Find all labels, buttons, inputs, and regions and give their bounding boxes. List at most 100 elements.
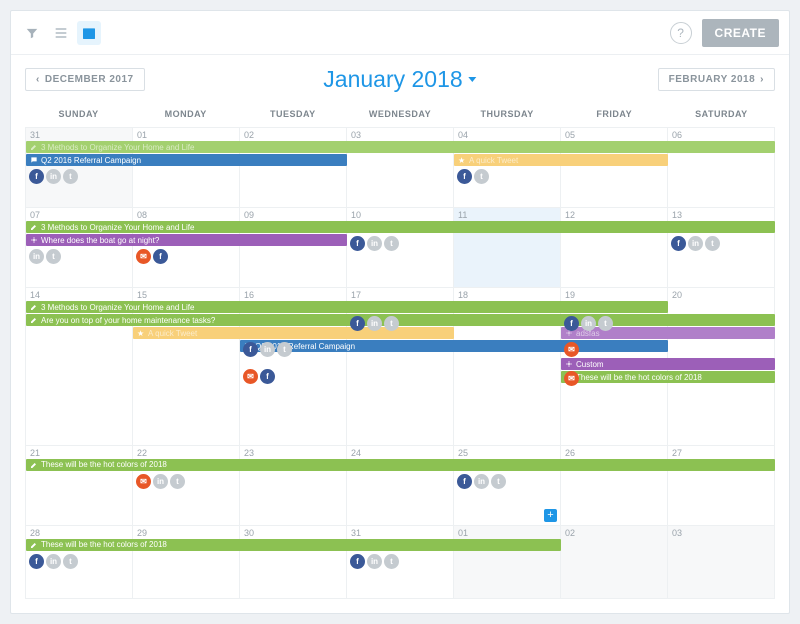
day-cell[interactable]: 02 [561,526,668,599]
next-month-button[interactable]: FEBRUARY 2018› [658,68,775,91]
day-cell[interactable]: 01 [454,526,561,599]
prev-month-button[interactable]: ‹DECEMBER 2017 [25,68,145,91]
fb-icon[interactable]: f [671,236,686,251]
day-number: 01 [458,528,468,538]
fb-icon[interactable]: f [350,236,365,251]
li-icon[interactable]: in [688,236,703,251]
fb-icon[interactable]: f [29,554,44,569]
event-bar[interactable]: These will be the hot colors of 2018 [26,459,775,471]
fb-icon[interactable]: f [457,474,472,489]
fb-icon[interactable]: f [350,554,365,569]
tw-icon[interactable]: t [598,316,613,331]
social-icons: ✉f [240,368,278,385]
li-icon[interactable]: in [260,342,275,357]
pencil-icon [30,143,38,151]
em-icon[interactable]: ✉ [136,249,151,264]
event-bar[interactable]: Custom [561,358,775,370]
em-icon[interactable]: ✉ [136,474,151,489]
fb-icon[interactable]: f [260,369,275,384]
list-view-icon[interactable] [49,21,73,45]
em-icon[interactable]: ✉ [564,342,579,357]
day-cell[interactable]: 06 [668,128,775,208]
day-cell[interactable]: 11 [454,208,561,288]
day-number: 18 [458,290,468,300]
day-number: 22 [137,448,147,458]
li-icon[interactable]: in [46,554,61,569]
li-icon[interactable]: in [46,169,61,184]
tw-icon[interactable]: t [384,554,399,569]
event-bar[interactable]: These will be the hot colors of 2018 [561,371,775,383]
create-button[interactable]: CREATE [702,19,779,47]
tw-icon[interactable]: t [46,249,61,264]
tw-icon[interactable]: t [170,474,185,489]
calendar-grid: 3101020304050607080910111213141516171819… [25,127,775,599]
month-title[interactable]: January 2018 [323,66,476,93]
event-bar[interactable]: Q2 2016 Referral Campaign [240,340,668,352]
em-icon[interactable]: ✉ [243,369,258,384]
calendar-app: ? CREATE ‹DECEMBER 2017 January 2018 FEB… [10,10,790,614]
day-cell[interactable]: 23 [240,446,347,526]
event-bar[interactable]: 3 Methods to Organize Your Home and Life [26,301,668,313]
pencil-icon [30,461,38,469]
social-icons: ft [454,168,492,185]
day-cell[interactable]: 24 [347,446,454,526]
day-cell[interactable]: 05 [561,128,668,208]
calendar-view-icon[interactable] [77,21,101,45]
day-number: 09 [244,210,254,220]
day-number: 16 [244,290,254,300]
event-bar[interactable]: These will be the hot colors of 2018 [26,539,561,551]
day-number: 23 [244,448,254,458]
tw-icon[interactable]: t [474,169,489,184]
tw-icon[interactable]: t [384,316,399,331]
social-icons: ✉ [561,341,582,358]
day-cell[interactable]: 03 [668,526,775,599]
help-icon[interactable]: ? [670,22,692,44]
day-cell[interactable]: 01 [133,128,240,208]
li-icon[interactable]: in [153,474,168,489]
li-icon[interactable]: in [581,316,596,331]
toolbar: ? CREATE [11,11,789,55]
add-event-button[interactable]: + [544,509,557,522]
event-bar[interactable]: Where does the boat go at night? [26,234,347,246]
day-cell[interactable]: 02 [240,128,347,208]
day-cell[interactable]: 26 [561,446,668,526]
event-bar[interactable]: 3 Methods to Organize Your Home and Life [26,141,775,153]
tw-icon[interactable]: t [277,342,292,357]
li-icon[interactable]: in [474,474,489,489]
event-bar[interactable]: ★A quick Tweet [454,154,668,166]
tw-icon[interactable]: t [705,236,720,251]
social-icons: fint [454,473,509,490]
tw-icon[interactable]: t [491,474,506,489]
calendar: SUNDAYMONDAYTUESDAYWEDNESDAYTHURSDAYFRID… [11,103,789,613]
tw-icon[interactable]: t [63,169,78,184]
event-bar[interactable]: 3 Methods to Organize Your Home and Life [26,221,775,233]
fb-icon[interactable]: f [243,342,258,357]
filter-icon[interactable] [21,21,45,45]
day-cell[interactable]: 12 [561,208,668,288]
tw-icon[interactable]: t [384,236,399,251]
pencil-icon [30,541,38,549]
fb-icon[interactable]: f [564,316,579,331]
event-bar[interactable]: Q2 2016 Referral Campaign [26,154,347,166]
li-icon[interactable]: in [367,316,382,331]
li-icon[interactable]: in [367,554,382,569]
fb-icon[interactable]: f [457,169,472,184]
fb-icon[interactable]: f [29,169,44,184]
day-number: 25 [458,448,468,458]
day-cell[interactable]: 30 [240,526,347,599]
fb-icon[interactable]: f [153,249,168,264]
day-cell[interactable]: 03 [347,128,454,208]
star-icon: ★ [137,329,145,337]
fb-icon[interactable]: f [350,316,365,331]
li-icon[interactable]: in [29,249,44,264]
tw-icon[interactable]: t [63,554,78,569]
day-cell[interactable]: 29 [133,526,240,599]
event-bar[interactable]: ★A quick Tweet [133,327,454,339]
social-icons: fint [347,315,402,332]
em-icon[interactable]: ✉ [564,371,579,386]
day-cell[interactable]: 27 [668,446,775,526]
li-icon[interactable]: in [367,236,382,251]
day-cell[interactable]: 09 [240,208,347,288]
day-number: 03 [672,528,682,538]
day-cell[interactable]: 21 [26,446,133,526]
